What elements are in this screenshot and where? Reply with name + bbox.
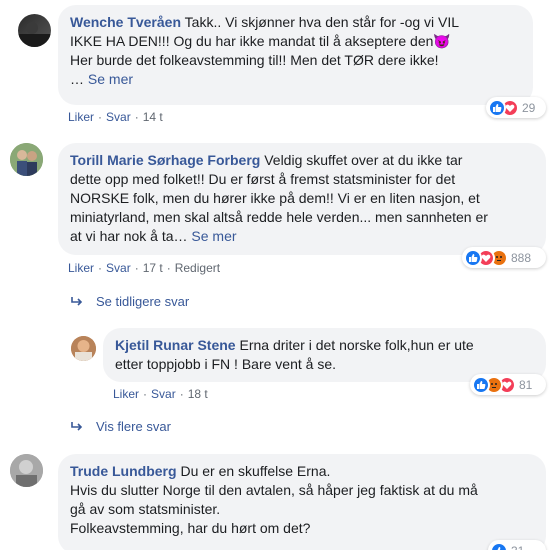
reactions-summary[interactable]: 81 bbox=[470, 374, 546, 395]
see-previous-replies-link[interactable]: Se tidligere svar bbox=[70, 294, 189, 309]
comment-actions: Liker · Svar · 17 t · Redigert bbox=[68, 261, 221, 275]
comment-text-line: Hvis du slutter Norge til den avtalen, s… bbox=[70, 482, 478, 498]
comment-text-line: at vi har nok å ta… bbox=[70, 228, 188, 244]
avatar[interactable] bbox=[10, 454, 43, 487]
reaction-count: 31 bbox=[511, 544, 524, 550]
comment-text-line: Takk.. Vi skjønner hva den står for -og … bbox=[184, 14, 460, 30]
ellipsis: … bbox=[70, 71, 84, 87]
edited-label[interactable]: Redigert bbox=[175, 261, 220, 275]
devil-emoji-icon: 😈 bbox=[433, 33, 451, 49]
comment-text-line: miniatyrland, men skal altså redde hele … bbox=[70, 209, 488, 225]
see-more-link[interactable]: Se mer bbox=[191, 228, 236, 244]
reaction-count: 81 bbox=[519, 377, 533, 392]
reply-link[interactable]: Svar bbox=[106, 110, 131, 124]
comment-bubble: Wenche Tveråen Takk.. Vi skjønner hva de… bbox=[58, 5, 533, 105]
reactions-summary[interactable]: 29 bbox=[486, 97, 546, 118]
like-link[interactable]: Liker bbox=[68, 261, 94, 275]
avatar[interactable] bbox=[18, 14, 51, 47]
see-more-replies-label: Vis flere svar bbox=[96, 419, 171, 434]
reaction-count: 888 bbox=[511, 250, 532, 265]
avatar[interactable] bbox=[10, 143, 43, 176]
timestamp[interactable]: 17 t bbox=[143, 261, 163, 275]
reply-arrow-icon bbox=[71, 421, 83, 431]
like-reaction-icon bbox=[490, 541, 508, 550]
comment-wenche: Wenche Tveråen Takk.. Vi skjønner hva de… bbox=[0, 0, 550, 135]
comment-text-line: Folkeavstemming, har du hørt om det? bbox=[70, 520, 311, 536]
see-more-link[interactable]: Se mer bbox=[88, 71, 133, 87]
timestamp[interactable]: 18 t bbox=[188, 387, 208, 401]
comment-author[interactable]: Torill Marie Sørhage Forberg bbox=[70, 152, 260, 168]
like-reaction-icon bbox=[472, 375, 490, 394]
reply-link[interactable]: Svar bbox=[106, 261, 131, 275]
reply-kjetil: Kjetil Runar Stene Erna driter i det nor… bbox=[0, 320, 550, 405]
comment-text-line: gå av som statsminister. bbox=[70, 501, 221, 517]
reactions-summary[interactable]: 31 bbox=[488, 540, 546, 550]
like-link[interactable]: Liker bbox=[113, 387, 139, 401]
comment-author[interactable]: Trude Lundberg bbox=[70, 463, 177, 479]
comment-text-line: IKKE HA DEN!!! Og du har ikke mandat til… bbox=[70, 33, 434, 49]
comment-actions: Liker · Svar · 14 t bbox=[68, 110, 163, 124]
like-reaction-icon bbox=[488, 98, 506, 117]
comment-text-line: Veldig skuffet over at du ikke tar bbox=[264, 152, 463, 168]
reply-arrow-icon bbox=[71, 296, 83, 306]
comment-author[interactable]: Wenche Tveråen bbox=[70, 14, 181, 30]
timestamp[interactable]: 14 t bbox=[143, 110, 163, 124]
like-link[interactable]: Liker bbox=[68, 110, 94, 124]
comment-torill: Torill Marie Sørhage Forberg Veldig skuf… bbox=[0, 135, 550, 285]
comment-trude: Trude Lundberg Du er en skuffelse Erna. … bbox=[0, 446, 550, 550]
comment-bubble: Trude Lundberg Du er en skuffelse Erna. … bbox=[58, 454, 546, 550]
comment-text-line: Du er en skuffelse Erna. bbox=[180, 463, 331, 479]
reply-link[interactable]: Svar bbox=[151, 387, 176, 401]
comment-text-line: Erna driter i det norske folk,hun er ute bbox=[239, 337, 474, 353]
avatar[interactable] bbox=[71, 336, 96, 361]
reactions-summary[interactable]: 888 bbox=[462, 247, 546, 268]
comment-actions: Liker · Svar · 18 t bbox=[113, 387, 208, 401]
comment-text-line: Her burde det folkeavstemming til!! Men … bbox=[70, 52, 439, 68]
comment-author[interactable]: Kjetil Runar Stene bbox=[115, 337, 236, 353]
see-more-replies-link[interactable]: Vis flere svar bbox=[70, 419, 171, 434]
comment-text-line: etter toppjobb i FN ! Bare vent å se. bbox=[115, 356, 337, 372]
like-reaction-icon bbox=[464, 248, 482, 267]
comment-text-line: NORSKE folk, men du hører ikke på dem!! … bbox=[70, 190, 480, 206]
comment-text-line: dette opp med folket!! Du er først å fre… bbox=[70, 171, 456, 187]
reaction-count: 29 bbox=[522, 100, 536, 115]
comment-bubble: Torill Marie Sørhage Forberg Veldig skuf… bbox=[58, 143, 546, 255]
see-previous-replies-label: Se tidligere svar bbox=[96, 294, 190, 309]
